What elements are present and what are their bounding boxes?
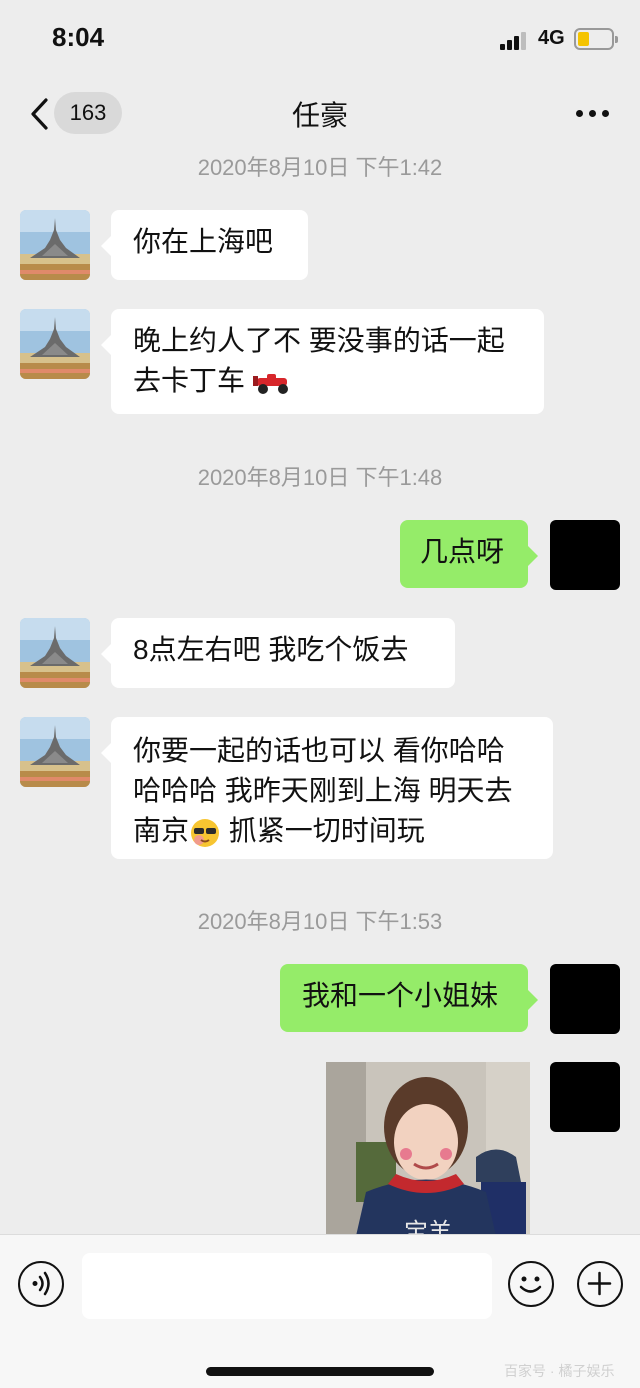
message-text: 8点左右吧 我吃个饭去 [133, 634, 409, 665]
race-car-emoji-icon [252, 373, 288, 394]
message-text: 你在上海吧 [133, 226, 274, 257]
girl-photo-image [326, 1062, 530, 1236]
message-text: 我和一个小姐妹 [302, 980, 499, 1011]
network-label: 4G [538, 27, 565, 49]
more-options-icon[interactable] [576, 110, 610, 118]
message-bubble-outgoing[interactable]: 几点呀 [400, 520, 538, 588]
message-text: 去卡丁车 [133, 365, 246, 396]
castle-landscape-icon [20, 210, 90, 280]
signal-icon [500, 30, 530, 50]
message-text: 几点呀 [420, 536, 505, 567]
photo-shirt-text: 宝羊 [404, 1219, 452, 1236]
image-message[interactable]: 宝羊 [326, 1062, 530, 1236]
contact-avatar[interactable] [20, 717, 90, 787]
contact-avatar[interactable] [20, 210, 90, 280]
contact-avatar[interactable] [20, 618, 90, 688]
message-bubble-incoming[interactable]: 晚上约人了不 要没事的话一起 去卡丁车 [101, 309, 544, 414]
message-bubble-incoming[interactable]: 你要一起的话也可以 看你哈哈 哈哈哈 我昨天刚到上海 明天去 南京 抓紧一切时间… [101, 717, 553, 859]
castle-landscape-icon [20, 618, 90, 688]
message-bubble-outgoing[interactable]: 我和一个小姐妹 [280, 964, 538, 1032]
castle-landscape-icon [20, 717, 90, 787]
emoji-icon[interactable] [508, 1261, 554, 1307]
home-indicator[interactable] [206, 1367, 434, 1376]
status-bar: 8:04 4G [0, 0, 640, 80]
message-input[interactable] [82, 1253, 492, 1319]
message-text: 南京 [133, 815, 190, 846]
timestamp: 2020年8月10日 下午1:42 [197, 155, 443, 180]
message-text: 抓紧一切时间玩 [221, 815, 425, 846]
contact-avatar[interactable] [20, 309, 90, 379]
chat-input-bar: 百家号 · 橘子娱乐 [0, 1234, 640, 1388]
castle-landscape-icon [20, 309, 90, 379]
my-avatar[interactable] [550, 520, 620, 590]
battery-icon [574, 28, 618, 50]
message-bubble-incoming[interactable]: 8点左右吧 我吃个饭去 [101, 618, 455, 688]
message-text: 晚上约人了不 要没事的话一起 [133, 325, 505, 356]
message-bubble-incoming[interactable]: 你在上海吧 [101, 210, 308, 280]
back-chevron-icon[interactable] [26, 94, 56, 134]
my-avatar[interactable] [550, 1062, 620, 1132]
chat-header: 任豪 163 [0, 80, 640, 148]
status-time: 8:04 [52, 22, 105, 52]
timestamp: 2020年8月10日 下午1:53 [197, 909, 443, 934]
message-text: 你要一起的话也可以 看你哈哈 [133, 735, 505, 766]
plus-icon[interactable] [577, 1261, 623, 1307]
unread-count-badge[interactable]: 163 [54, 92, 122, 134]
watermark: 百家号 · 橘子娱乐 [504, 1363, 615, 1379]
message-text: 哈哈哈 我昨天刚到上海 明天去 [133, 775, 513, 806]
sunglasses-face-emoji-icon [191, 818, 220, 847]
my-avatar[interactable] [550, 964, 620, 1034]
voice-icon[interactable] [18, 1261, 64, 1307]
timestamp: 2020年8月10日 下午1:48 [197, 465, 443, 490]
